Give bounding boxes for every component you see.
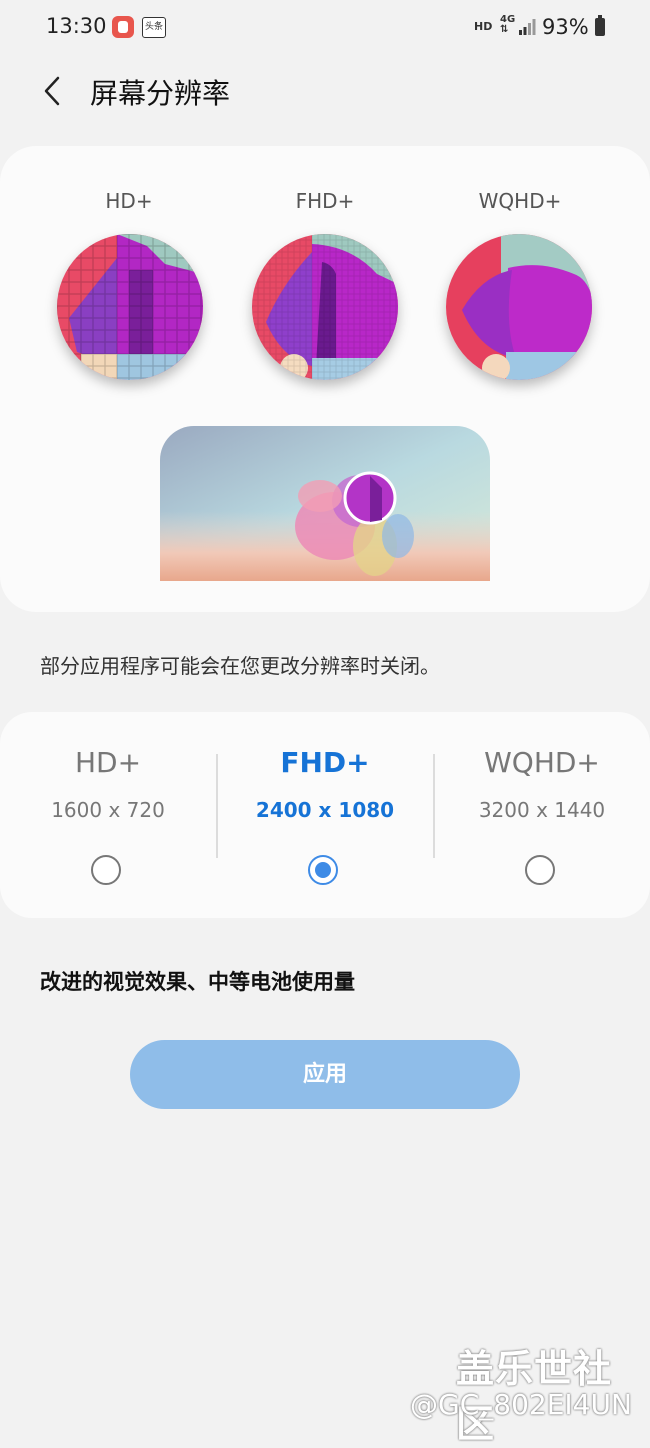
preview-label-wqhd: WQHD+	[478, 189, 562, 213]
resolution-options-card: HD+ 1600 x 720 FHD+ 2400 x 1080 WQHD+ 32…	[0, 712, 650, 918]
preview-zoom-wqhd	[446, 234, 592, 380]
watermark-user: @GC_802EI4UN	[410, 1388, 632, 1421]
preview-zoom-hd	[57, 234, 203, 380]
toutiao-app-icon: 头条	[142, 17, 166, 38]
status-time: 13:30	[46, 14, 107, 38]
option-name: HD+	[74, 746, 142, 779]
battery-icon	[595, 15, 605, 36]
radio-hd[interactable]	[91, 855, 121, 885]
network-type-icon: 4G ⇅	[500, 14, 516, 35]
option-resolution: 1600 x 720	[51, 798, 165, 822]
battery-percent: 93%	[542, 15, 589, 39]
page-title: 屏幕分辨率	[90, 77, 231, 110]
option-hd[interactable]: HD+ 1600 x 720	[0, 712, 216, 918]
status-bar: 13:30 头条 HD 4G ⇅ 93%	[0, 0, 650, 56]
hd-voice-indicator: HD	[474, 20, 493, 33]
option-resolution: 2400 x 1080	[255, 798, 395, 822]
option-divider	[216, 754, 218, 858]
option-name: FHD+	[280, 746, 370, 779]
preview-zoom-fhd	[252, 234, 398, 380]
option-wqhd[interactable]: WQHD+ 3200 x 1440	[434, 712, 650, 918]
resolution-note: 部分应用程序可能会在您更改分辨率时关闭。	[40, 654, 440, 678]
apply-button[interactable]: 应用	[130, 1040, 520, 1109]
signal-icon	[519, 19, 536, 35]
preview-label-hd: HD+	[105, 189, 153, 213]
option-name: WQHD+	[484, 746, 600, 779]
radio-wqhd[interactable]	[525, 855, 555, 885]
preview-label-fhd: FHD+	[295, 189, 355, 213]
option-fhd[interactable]: FHD+ 2400 x 1080	[217, 712, 433, 918]
option-description: 改进的视觉效果、中等电池使用量	[40, 970, 355, 994]
option-divider	[433, 754, 435, 858]
network-type-label: 4G	[500, 14, 516, 25]
wallpaper-preview	[160, 426, 490, 581]
notification-app-icon	[112, 16, 134, 38]
option-resolution: 3200 x 1440	[478, 798, 606, 822]
chevron-left-icon[interactable]	[40, 76, 70, 106]
radio-fhd[interactable]	[308, 855, 338, 885]
